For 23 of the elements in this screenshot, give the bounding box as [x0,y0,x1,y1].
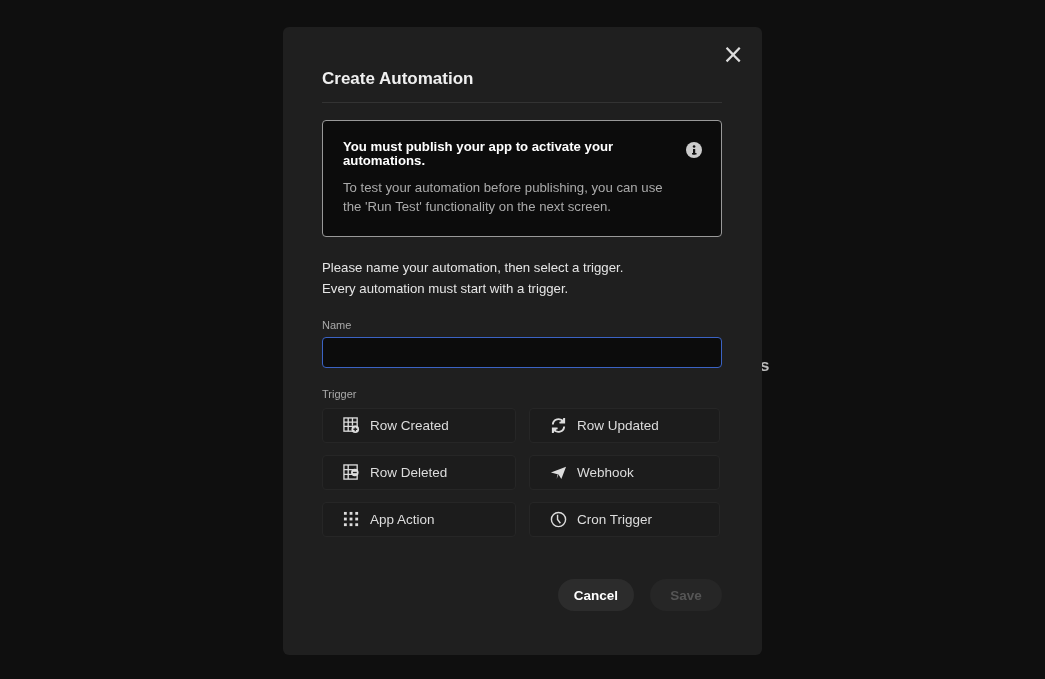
trigger-option[interactable]: Row Created [322,408,516,443]
trigger-option[interactable]: Row Deleted [322,455,516,490]
paper-plane-icon [550,464,567,481]
trigger-option[interactable]: Cron Trigger [529,502,720,537]
table-minus-icon [343,464,360,481]
dialog-title: Create Automation [322,68,475,90]
trigger-option[interactable]: Row Updated [529,408,720,443]
trigger-option[interactable]: App Action [322,502,516,537]
refresh-icon [550,417,567,434]
trigger-option[interactable]: Webhook [529,455,720,490]
name-field[interactable] [322,337,722,368]
cancel-button[interactable]: Cancel [557,579,634,611]
field-label: Name [322,319,353,331]
notice-text: To test your automation before publishing, you can use the 'Run Test' functionality on the next screen. [343,179,664,216]
field-label: Trigger [322,388,358,400]
instruction-text: Every automation must start with a trigger. [322,280,570,298]
clock-icon [550,511,567,528]
notice-heading: You must publish your app to activate your automations. [343,140,615,168]
close-button[interactable]: × [718,39,748,69]
info-icon [686,142,702,158]
grid-dots-icon [343,511,360,528]
instruction-text: Please name your automation, then select a trigger. [322,259,625,277]
table-plus-icon [343,417,360,434]
